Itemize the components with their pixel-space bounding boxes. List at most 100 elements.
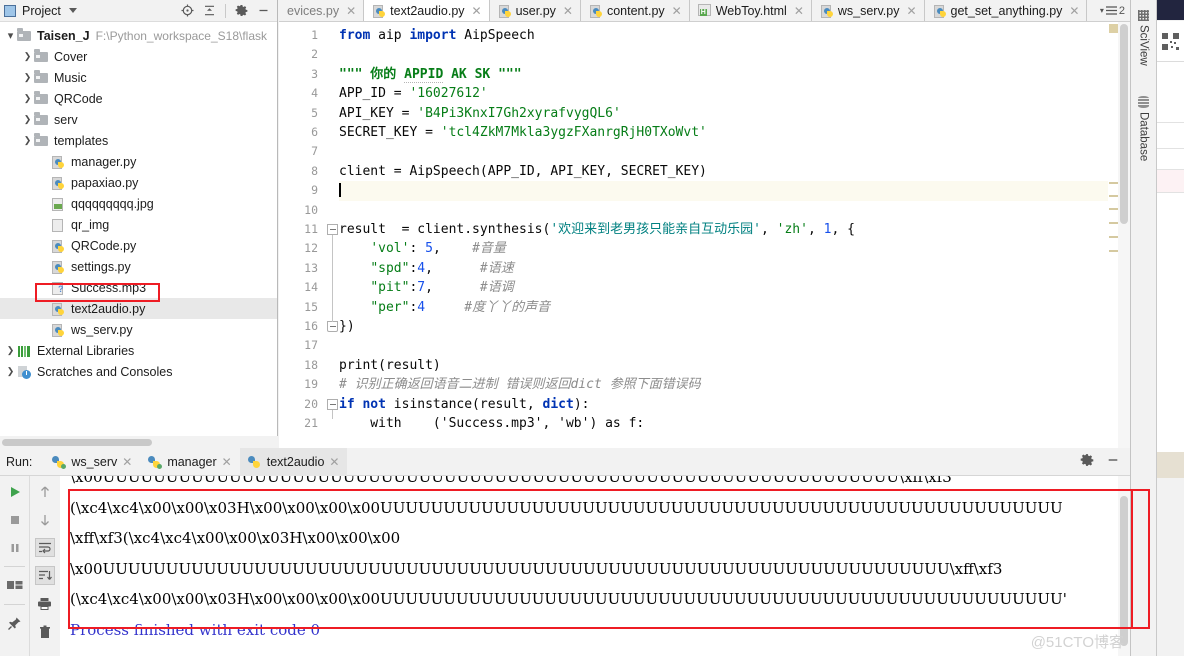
close-icon[interactable]: ✕: [346, 4, 356, 18]
minimize-icon[interactable]: [257, 4, 270, 17]
code-line[interactable]: [339, 142, 1130, 161]
code-line[interactable]: [339, 181, 1130, 201]
code-line[interactable]: print(result): [339, 356, 1130, 375]
database-tool-button[interactable]: Database: [1131, 92, 1156, 184]
project-tree-hscrollbar[interactable]: [0, 436, 278, 448]
error-stripe-mark[interactable]: [1109, 182, 1118, 184]
tree-item[interactable]: QRCode.py: [0, 235, 277, 256]
chevron-right-icon[interactable]: [21, 114, 34, 125]
close-icon[interactable]: ✕: [672, 4, 682, 18]
editor-tab[interactable]: content.py ✕: [580, 0, 690, 21]
scroll-thumb[interactable]: [1120, 496, 1128, 646]
code-line[interactable]: """ 你的 APPID AK SK """: [339, 65, 1130, 84]
scroll-to-end-icon[interactable]: [34, 566, 55, 585]
tree-item[interactable]: ? Success.mp3: [0, 277, 277, 298]
chevron-down-icon[interactable]: [68, 8, 77, 13]
chevron-right-icon[interactable]: [21, 93, 34, 104]
code-line[interactable]: [339, 336, 1130, 355]
code-line[interactable]: result = client.synthesis('欢迎来到老男孩只能亲自互动…: [339, 220, 1130, 239]
code-line[interactable]: APP_ID = '16027612': [339, 84, 1130, 103]
close-icon[interactable]: ✕: [122, 455, 132, 469]
tree-item[interactable]: Scratches and Consoles: [0, 361, 277, 382]
pin-tab-icon[interactable]: [5, 614, 25, 633]
run-tab[interactable]: text2audio ✕: [239, 447, 348, 476]
show-console-icon[interactable]: [5, 576, 25, 595]
code-line[interactable]: API_KEY = 'B4Pi3KnxI7Gh2xyrafvygQL6': [339, 104, 1130, 123]
code-line[interactable]: "per":4 #度丫丫的声音: [339, 298, 1130, 317]
code-line[interactable]: [339, 201, 1130, 220]
close-icon[interactable]: ✕: [794, 4, 804, 18]
tree-item[interactable]: qr_img: [0, 214, 277, 235]
error-stripe-mark[interactable]: [1109, 250, 1118, 252]
code-line[interactable]: SECRET_KEY = 'tcl4ZkM7Mkla3ygzFXanrgRjH0…: [339, 123, 1130, 142]
scroll-thumb[interactable]: [2, 439, 152, 446]
pause-icon[interactable]: [5, 538, 25, 557]
code-line[interactable]: 'vol': 5, #音量: [339, 239, 1130, 258]
stop-icon[interactable]: [5, 510, 25, 529]
editor-tab[interactable]: WebToy.html ✕: [689, 0, 812, 21]
prev-occurrence-icon[interactable]: [35, 482, 55, 501]
settings-gear-icon[interactable]: [1080, 453, 1094, 470]
code-line[interactable]: client = AipSpeech(APP_ID, API_KEY, SECR…: [339, 162, 1130, 181]
chevron-right-icon[interactable]: [21, 135, 34, 146]
code-line[interactable]: if not isinstance(result, dict):: [339, 395, 1130, 414]
tree-item[interactable]: manager.py: [0, 151, 277, 172]
code-text[interactable]: from aip import AipSpeech """ 你的 APPID AK…: [339, 22, 1130, 448]
code-line[interactable]: "spd":4, #语速: [339, 259, 1130, 278]
settings-gear-icon[interactable]: [235, 4, 248, 17]
console-vertical-scrollbar[interactable]: [1118, 476, 1130, 656]
editor-error-stripe[interactable]: [1108, 22, 1118, 448]
run-tab-bar[interactable]: Run: ws_serv ✕ manager ✕ text2audio ✕: [0, 447, 1130, 476]
run-toolbar[interactable]: [0, 476, 60, 656]
next-occurrence-icon[interactable]: [35, 510, 55, 529]
close-icon[interactable]: ✕: [906, 4, 916, 18]
editor-vertical-scrollbar[interactable]: [1118, 22, 1130, 448]
code-folding-gutter[interactable]: [326, 22, 339, 448]
run-tab[interactable]: ws_serv ✕: [44, 448, 140, 476]
code-line[interactable]: with ('Success.mp3', 'wb') as f:: [339, 414, 1130, 433]
run-tab[interactable]: manager ✕: [140, 448, 239, 476]
close-icon[interactable]: ✕: [1069, 4, 1079, 18]
code-line[interactable]: [339, 45, 1130, 64]
editor-tab[interactable]: user.py ✕: [489, 0, 581, 21]
editor-tab-bar[interactable]: evices.py ✕ text2audio.py ✕ user.py ✕ content.…: [279, 0, 1130, 22]
clear-all-icon[interactable]: [35, 622, 55, 641]
tree-item[interactable]: QRCode: [0, 88, 277, 109]
error-stripe-mark[interactable]: [1109, 208, 1118, 210]
tree-item[interactable]: serv: [0, 109, 277, 130]
tree-item[interactable]: ws_serv.py: [0, 319, 277, 340]
code-line[interactable]: "pit":7, #语调: [339, 278, 1130, 297]
console-output[interactable]: \x00UUUUUUUUUUUUUUUUUUUUUUUUUUUUUUUUUUUU…: [60, 476, 1118, 656]
editor-tab[interactable]: ws_serv.py ✕: [811, 0, 925, 21]
soft-wrap-icon[interactable]: [34, 538, 55, 557]
tree-item[interactable]: templates: [0, 130, 277, 151]
project-tree[interactable]: Taisen_J F:\Python_workspace_S18\flask Cov…: [0, 22, 277, 436]
editor-tab[interactable]: get_set_anything.py ✕: [924, 0, 1088, 21]
fold-collapse-icon[interactable]: [327, 224, 338, 235]
print-icon[interactable]: [35, 594, 55, 613]
close-icon[interactable]: ✕: [472, 4, 482, 18]
error-stripe-mark[interactable]: [1109, 24, 1118, 33]
chevron-down-icon[interactable]: [4, 29, 17, 42]
error-stripe-mark[interactable]: [1109, 236, 1118, 238]
locate-icon[interactable]: [181, 4, 194, 17]
sciview-tool-button[interactable]: SciView: [1131, 6, 1156, 84]
chevron-right-icon[interactable]: [21, 72, 34, 83]
fold-collapse-icon[interactable]: [327, 398, 338, 410]
chevron-right-icon[interactable]: [21, 51, 34, 62]
tree-item[interactable]: External Libraries: [0, 340, 277, 361]
scroll-thumb[interactable]: [1120, 24, 1128, 224]
error-stripe-mark[interactable]: [1109, 195, 1118, 197]
tree-item[interactable]: Cover: [0, 46, 277, 67]
chevron-right-icon[interactable]: [4, 345, 17, 356]
tree-item[interactable]: Taisen_J F:\Python_workspace_S18\flask: [0, 25, 277, 46]
minimize-icon[interactable]: [1106, 453, 1120, 470]
error-stripe-mark[interactable]: [1109, 222, 1118, 224]
close-icon[interactable]: ✕: [563, 4, 573, 18]
editor-tab[interactable]: evices.py ✕: [279, 0, 365, 21]
tree-item[interactable]: qqqqqqqqq.jpg: [0, 193, 277, 214]
tree-item[interactable]: papaxiao.py: [0, 172, 277, 193]
code-line[interactable]: from aip import AipSpeech: [339, 26, 1130, 45]
editor-tab[interactable]: text2audio.py ✕: [364, 0, 490, 21]
fold-expand-icon[interactable]: [327, 321, 338, 332]
